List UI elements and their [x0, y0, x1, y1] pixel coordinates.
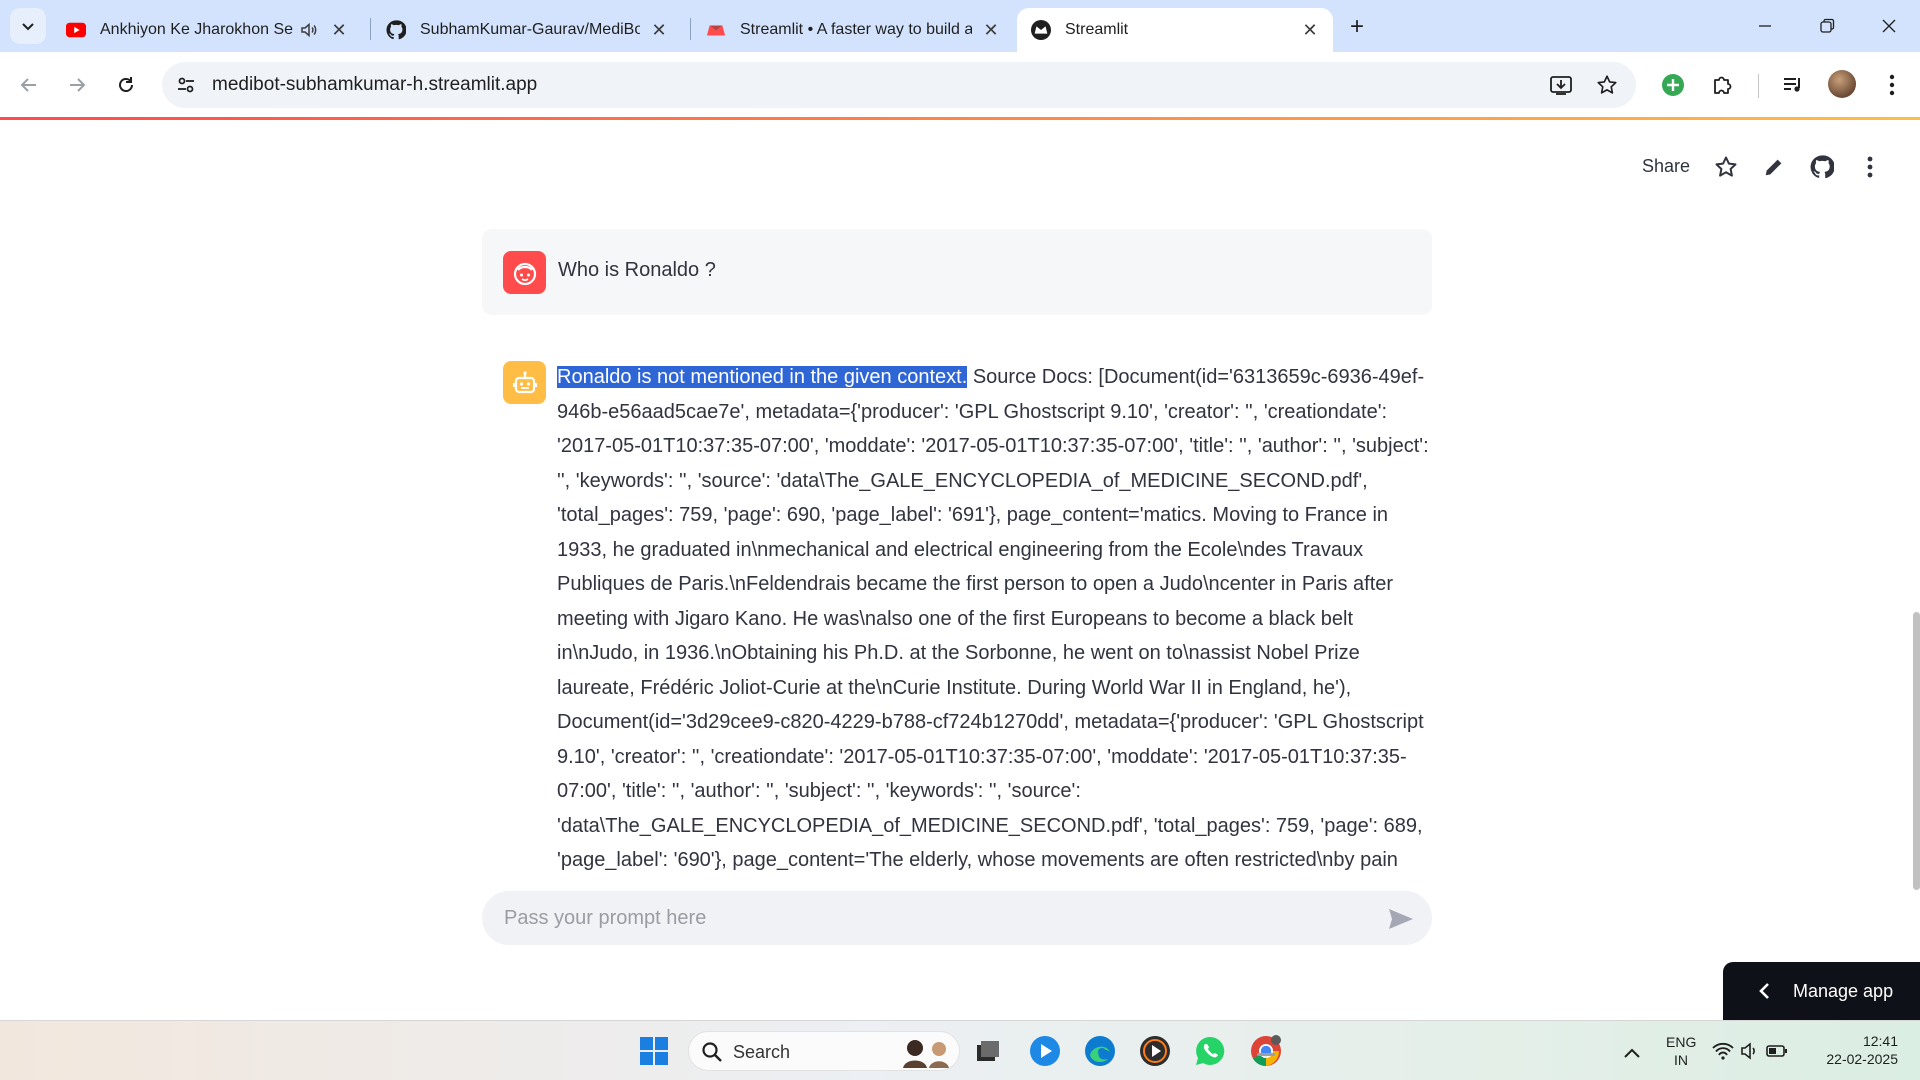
main-menu-icon[interactable] — [1856, 153, 1884, 181]
address-bar[interactable]: medibot-subhamkumar-h.streamlit.app — [162, 62, 1636, 108]
back-button[interactable] — [10, 66, 48, 104]
tab-streamlit-active[interactable]: Streamlit ✕ — [1017, 8, 1333, 52]
battery-icon — [1766, 1045, 1787, 1057]
windows-taskbar: Search ENG IN 12:41 22-02-2025 — [0, 1020, 1920, 1080]
send-button[interactable] — [1387, 905, 1415, 933]
taskbar-search-box[interactable]: Search — [688, 1031, 960, 1071]
chrome-icon[interactable] — [1248, 1033, 1284, 1069]
system-tray-status[interactable] — [1710, 1033, 1790, 1069]
user-chat-message: Who is Ronaldo ? — [482, 229, 1432, 315]
taskbar-search-label: Search — [733, 1042, 791, 1062]
reload-button[interactable] — [107, 66, 145, 104]
tab-divider — [370, 18, 371, 40]
minimize-button[interactable] — [1742, 8, 1788, 44]
media-control-icon[interactable] — [1776, 68, 1810, 102]
speaker-icon[interactable] — [298, 19, 320, 41]
assistant-message-text: Ronaldo is not mentioned in the given co… — [557, 360, 1432, 871]
streamlit-header: Share — [0, 120, 1920, 210]
selected-text-highlight: Ronaldo is not mentioned in the given co… — [557, 366, 968, 388]
restore-button[interactable] — [1804, 8, 1850, 44]
search-icon — [702, 1042, 722, 1062]
tab-search-button[interactable] — [10, 8, 46, 44]
edge-browser-icon[interactable] — [1082, 1033, 1118, 1069]
bookmark-star-icon[interactable] — [1594, 72, 1620, 98]
github-icon — [386, 20, 406, 40]
close-tab-icon[interactable]: ✕ — [648, 19, 670, 41]
streamlit-dark-icon — [1031, 20, 1051, 40]
chevron-left-icon — [1753, 980, 1775, 1002]
youtube-icon — [66, 20, 86, 40]
new-tab-button[interactable]: + — [1342, 12, 1372, 42]
tab-youtube[interactable]: Ankhiyon Ke Jharokhon Se Titl ✕ — [52, 8, 362, 52]
streamlit-icon — [706, 20, 726, 40]
page-scrollbar[interactable] — [1913, 612, 1920, 890]
forward-button[interactable] — [58, 66, 96, 104]
edit-pencil-icon[interactable] — [1760, 153, 1788, 181]
clock-date: 22-02-2025 — [1826, 1051, 1898, 1067]
chevron-up-icon[interactable] — [1614, 1035, 1650, 1071]
assistant-robot-icon — [503, 361, 546, 404]
tab-divider — [690, 18, 691, 40]
chevron-down-icon — [22, 23, 34, 31]
send-icon — [1389, 909, 1413, 929]
github-icon[interactable] — [1808, 153, 1836, 181]
language-code: ENG — [1666, 1034, 1697, 1050]
task-view-icon[interactable] — [970, 1033, 1006, 1069]
tab-strip: Ankhiyon Ke Jharokhon Se Titl ✕ SubhamKu… — [0, 0, 1920, 52]
url-text[interactable]: medibot-subhamkumar-h.streamlit.app — [212, 74, 537, 96]
extensions-puzzle-icon[interactable] — [1706, 68, 1740, 102]
input-language-indicator[interactable]: ENG IN — [1666, 1033, 1696, 1069]
site-settings-icon[interactable] — [174, 73, 198, 97]
minimize-icon — [1759, 25, 1771, 27]
video-player-icon[interactable] — [1137, 1033, 1173, 1069]
browser-toolbar: medibot-subhamkumar-h.streamlit.app — [0, 52, 1920, 118]
chrome-menu-icon[interactable] — [1875, 68, 1909, 102]
chat-input-box[interactable] — [482, 891, 1432, 945]
clock-time: 12:41 — [1862, 1033, 1898, 1049]
tab-title: Streamlit — [1065, 21, 1129, 38]
media-player-icon[interactable] — [1027, 1033, 1063, 1069]
restore-icon — [1820, 18, 1835, 33]
install-app-icon[interactable] — [1548, 72, 1574, 98]
clock[interactable]: 12:41 22-02-2025 — [1812, 1032, 1898, 1068]
close-tab-icon[interactable]: ✕ — [328, 19, 350, 41]
tab-title: SubhamKumar-Gaurav/MediBot — [420, 21, 640, 38]
arrow-right-icon — [70, 78, 86, 92]
close-tab-icon[interactable]: ✕ — [980, 19, 1002, 41]
close-icon — [1882, 19, 1896, 33]
manage-app-label: Manage app — [1793, 980, 1894, 1001]
tab-github[interactable]: SubhamKumar-Gaurav/MediBot ✕ — [372, 8, 682, 52]
profile-avatar[interactable] — [1828, 70, 1856, 98]
close-tab-icon[interactable]: ✕ — [1299, 19, 1321, 41]
windows-start-icon[interactable] — [636, 1033, 672, 1069]
tab-streamlit-home[interactable]: Streamlit • A faster way to build ar ✕ — [692, 8, 1014, 52]
search-highlight-image-icon — [903, 1040, 949, 1068]
favorite-star-icon[interactable] — [1712, 153, 1740, 181]
close-window-button[interactable] — [1866, 8, 1912, 44]
chrome-running-indicator — [1257, 1053, 1275, 1056]
source-docs-text: Source Docs: [Document(id='6313659c-6936… — [557, 366, 1429, 871]
assistant-chat-message: Ronaldo is not mentioned in the given co… — [482, 355, 1432, 871]
arrow-left-icon — [20, 78, 36, 92]
toolbar-divider — [1758, 74, 1759, 98]
volume-icon — [1741, 1042, 1755, 1060]
tab-title: Ankhiyon Ke Jharokhon Se Titl — [100, 21, 294, 38]
wifi-icon — [1712, 1042, 1734, 1060]
user-avatar-icon — [503, 251, 546, 294]
extension-plus-icon[interactable] — [1656, 68, 1690, 102]
reload-icon — [119, 77, 133, 92]
manage-app-button[interactable]: Manage app — [1723, 962, 1920, 1020]
region-code: IN — [1674, 1052, 1688, 1068]
user-message-text: Who is Ronaldo ? — [558, 259, 716, 281]
prompt-input[interactable] — [504, 904, 1324, 932]
whatsapp-icon[interactable] — [1192, 1033, 1228, 1069]
share-button[interactable]: Share — [1642, 156, 1690, 177]
tab-title: Streamlit • A faster way to build ar — [740, 21, 972, 38]
